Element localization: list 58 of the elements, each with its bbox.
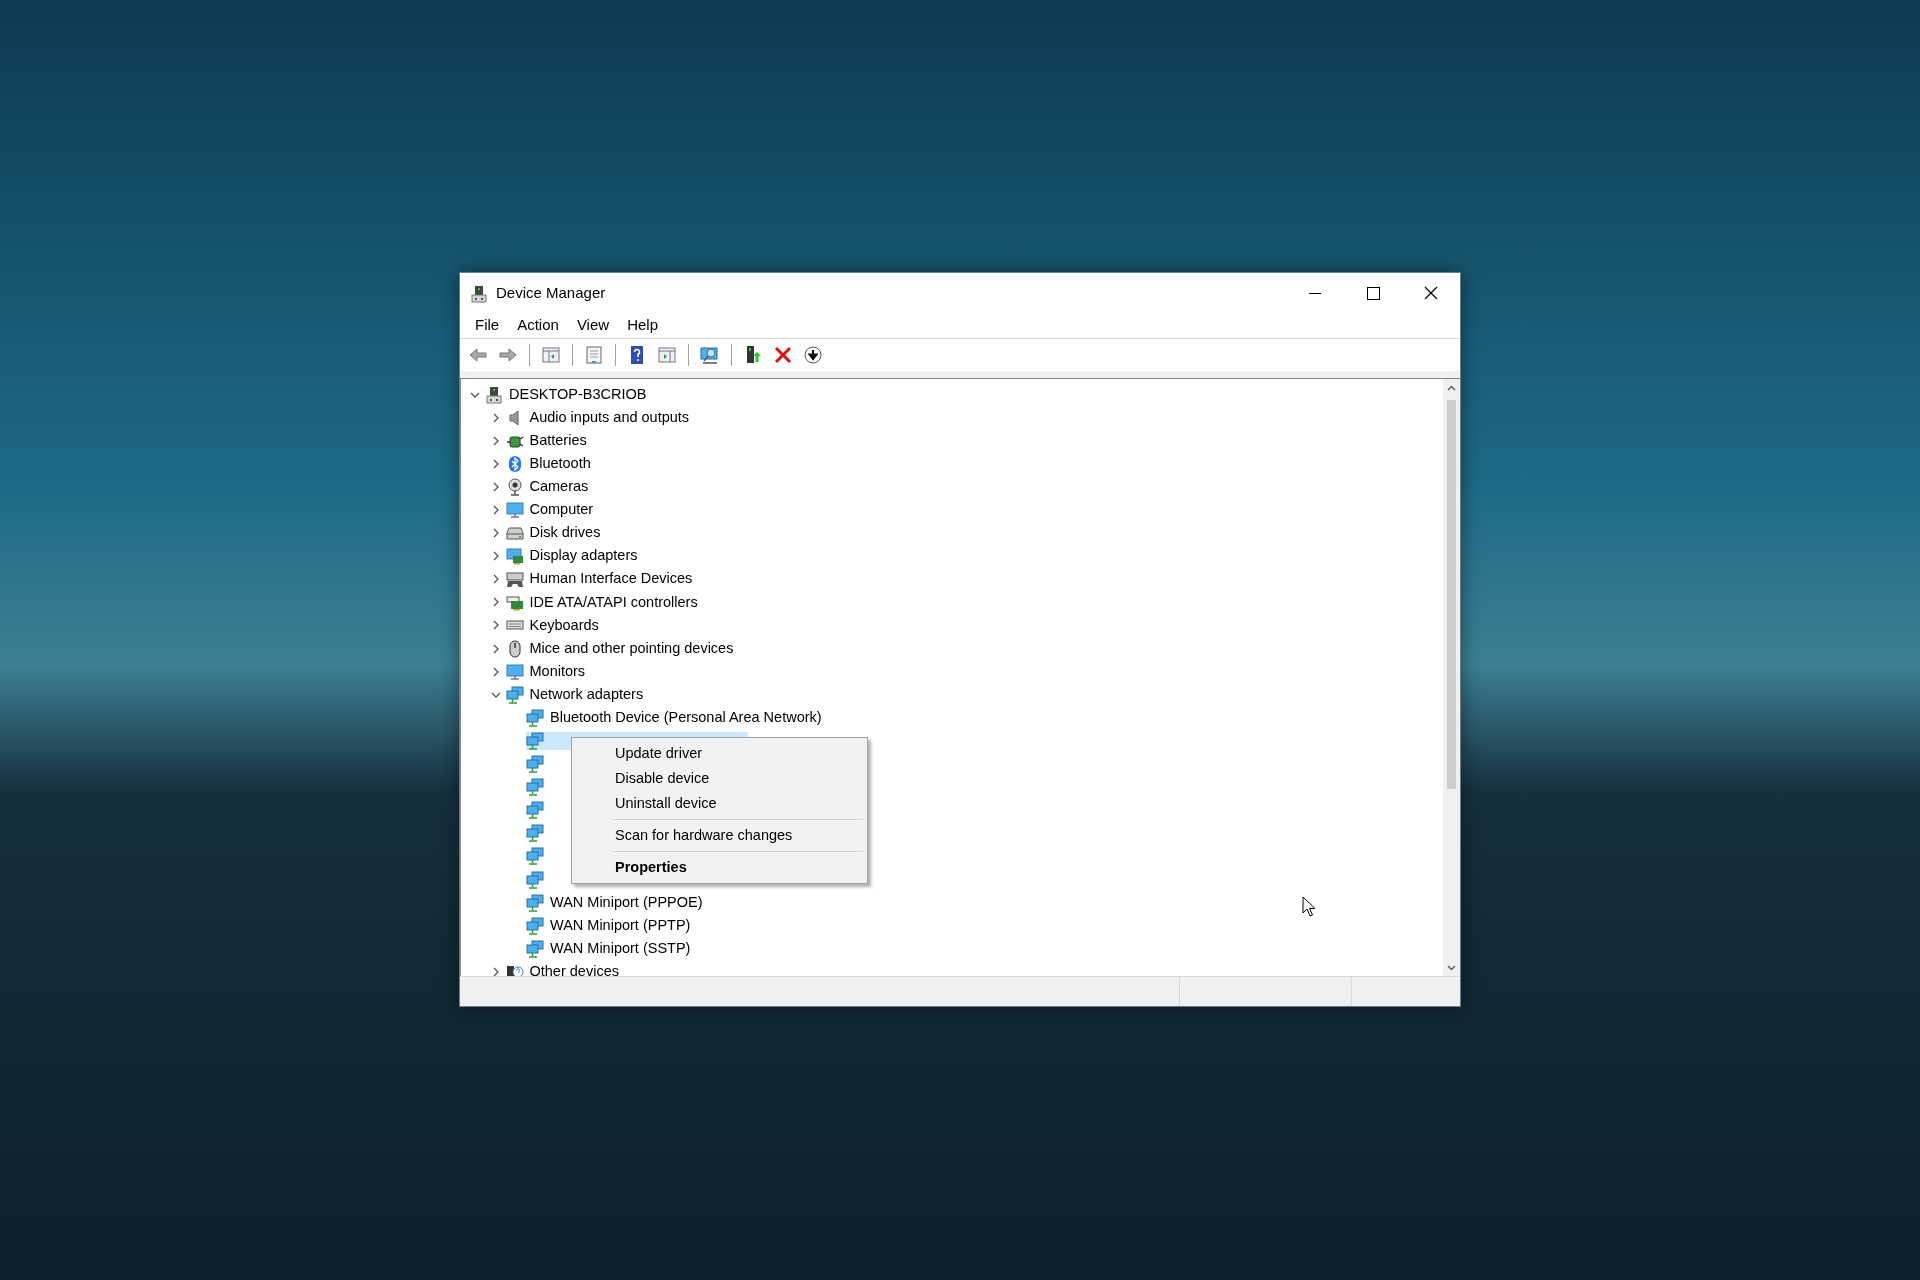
controller-card-icon [505,593,524,612]
back-arrow-icon[interactable] [468,345,488,365]
context-menu-item[interactable]: Update driver [574,741,865,766]
computer-tower-icon [485,385,503,404]
keyboard-gamepad-icon [505,570,524,589]
tree-item[interactable]: Disk drives [527,521,603,545]
tree-item[interactable]: Computer [527,498,596,522]
tree-item[interactable]: WAN Miniport (PPPOE) [548,890,705,915]
app-icon [470,284,488,303]
tree-item[interactable]: DESKTOP-B3CRIOB [507,382,649,407]
context-menu-item[interactable]: Properties [574,855,865,880]
menu-item[interactable]: File [466,314,509,337]
tree-item[interactable]: Monitors [527,659,588,684]
minimize-icon[interactable] [1309,291,1321,295]
context-menu-item[interactable]: Uninstall device [574,791,865,816]
mouse-pointer-icon [1302,896,1316,918]
network-computers-icon [526,939,544,958]
tree-item[interactable]: Other devices [527,960,621,976]
window-title: Device Manager [496,282,606,303]
close-icon[interactable] [1424,286,1438,300]
tree-item[interactable]: Batteries [527,428,589,453]
network-computers-icon [505,685,524,704]
vertical-scrollbar[interactable] [1443,379,1460,976]
tree-item[interactable]: Keyboards [527,613,601,638]
down-arrow-circle-icon[interactable] [803,345,823,365]
webcam-icon [505,477,524,496]
display-card-icon [505,547,524,566]
tree-item[interactable]: IDE ATA/ATAPI controllers [527,590,700,615]
context-menu-item[interactable]: Scan for hardware changes [574,823,865,848]
tree-item[interactable]: Mice and other pointing devices [527,636,736,661]
scrollbar-thumb[interactable] [1447,400,1456,789]
tree-item[interactable]: WAN Miniport (PPTP) [548,913,693,938]
forward-arrow-icon[interactable] [498,345,518,365]
tree-item[interactable]: Network adapters [527,682,646,707]
network-computers-icon [526,893,544,912]
tree-item[interactable]: Audio inputs and outputs [527,405,692,430]
network-computers-icon [526,916,544,935]
tree-item[interactable]: Bluetooth Device (Personal Area Network) [548,706,824,730]
menu-item[interactable]: Action [508,314,568,337]
properties-sheet-icon[interactable] [584,345,604,365]
tree-item[interactable]: Display adapters [527,544,640,569]
tree-item[interactable]: Cameras [527,475,591,499]
disk-drive-icon [505,524,524,543]
maximize-icon[interactable] [1366,286,1380,300]
delete-x-icon[interactable] [773,345,793,365]
monitor-icon [505,501,524,519]
tree-item[interactable]: Human Interface Devices [527,567,695,592]
menu-item[interactable]: Help [618,314,667,337]
network-computers-icon [526,708,544,727]
monitor-icon [505,662,524,681]
tree-item[interactable]: WAN Miniport (SSTP) [548,936,693,961]
panel-window-icon[interactable] [541,345,561,365]
network-computers-icon [526,731,544,750]
context-menu-item[interactable]: Disable device [574,766,865,791]
tree-item[interactable]: Bluetooth [527,451,593,476]
panel-window-icon[interactable] [657,345,677,365]
menu-item[interactable]: View [567,314,619,337]
monitor-magnifier-icon[interactable] [700,345,720,365]
